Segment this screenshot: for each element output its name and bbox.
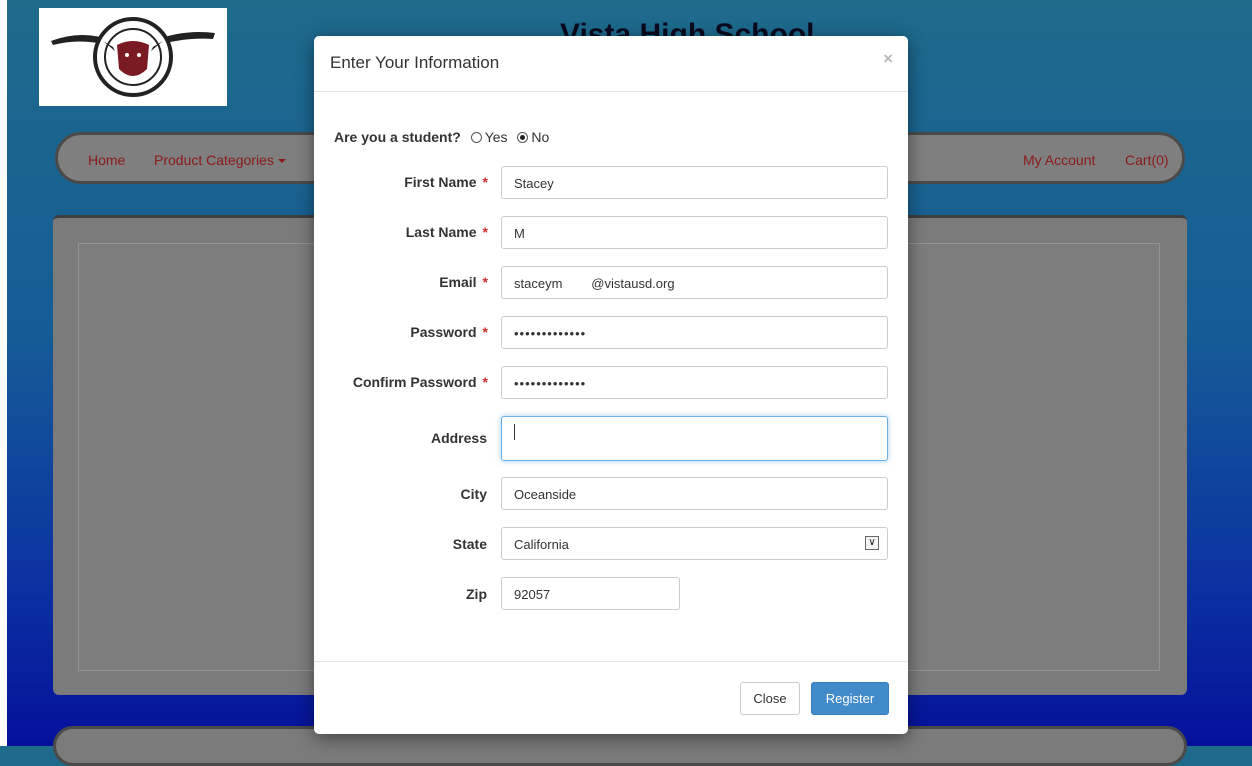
nav-product-categories-label: Product Categories [154,152,274,168]
registration-modal: Enter Your Information × Are you a stude… [314,36,908,734]
close-icon[interactable]: × [883,49,893,69]
address-label: Address [430,430,487,446]
address-field[interactable] [501,416,888,461]
zip-field[interactable]: 92057 [501,577,680,610]
city-label: City [460,486,487,502]
password-field[interactable]: ••••••••••••• [501,316,888,349]
window-edge [0,0,7,746]
modal-footer: Close Register [314,661,908,735]
nav-my-account[interactable]: My Account [1023,152,1095,168]
confirm-password-label: Confirm Password * [334,374,488,390]
chevron-down-icon[interactable]: ∨ [865,536,879,550]
password-label: Password * [334,324,488,340]
modal-header: Enter Your Information × [314,36,908,92]
student-yes-radio[interactable] [470,132,482,143]
email-label-text: Email [439,274,477,290]
email-field[interactable]: staceym @vistausd.org [501,266,888,299]
required-marker: * [482,174,488,190]
required-marker: * [482,324,488,340]
last-name-label: Last Name * [334,224,488,240]
nav-product-categories[interactable]: Product Categories [154,152,286,168]
student-yes-label: Yes [484,129,508,145]
nav-home[interactable]: Home [88,152,125,168]
email-label: Email * [334,274,488,290]
first-name-label: First Name * [334,174,488,190]
required-marker: * [482,224,488,240]
school-logo[interactable] [39,8,227,106]
last-name-label-text: Last Name [405,224,477,240]
state-label: State [452,536,487,552]
student-question-row: Are you a student? Yes No [334,129,549,145]
close-button[interactable]: Close [740,682,800,715]
zip-label: Zip [466,586,487,602]
required-marker: * [482,274,488,290]
last-name-field[interactable]: M [501,216,888,249]
nav-cart[interactable]: Cart(0) [1125,152,1169,168]
longhorn-logo-icon [51,17,215,97]
student-no-radio[interactable] [517,132,529,143]
required-marker: * [482,374,488,390]
student-no-label: No [531,129,550,145]
first-name-label-text: First Name [404,174,477,190]
student-question-label: Are you a student? [334,129,461,145]
password-label-text: Password [410,324,477,340]
confirm-password-label-text: Confirm Password [352,374,477,390]
state-select[interactable]: California ∨ [501,527,888,560]
first-name-field[interactable]: Stacey [501,166,888,199]
city-field[interactable]: Oceanside [501,477,888,510]
confirm-password-field[interactable]: ••••••••••••• [501,366,888,399]
caret-down-icon [277,159,286,164]
text-cursor [514,424,515,440]
register-button[interactable]: Register [811,682,889,715]
state-select-value: California [514,537,569,552]
modal-title: Enter Your Information [330,53,500,72]
